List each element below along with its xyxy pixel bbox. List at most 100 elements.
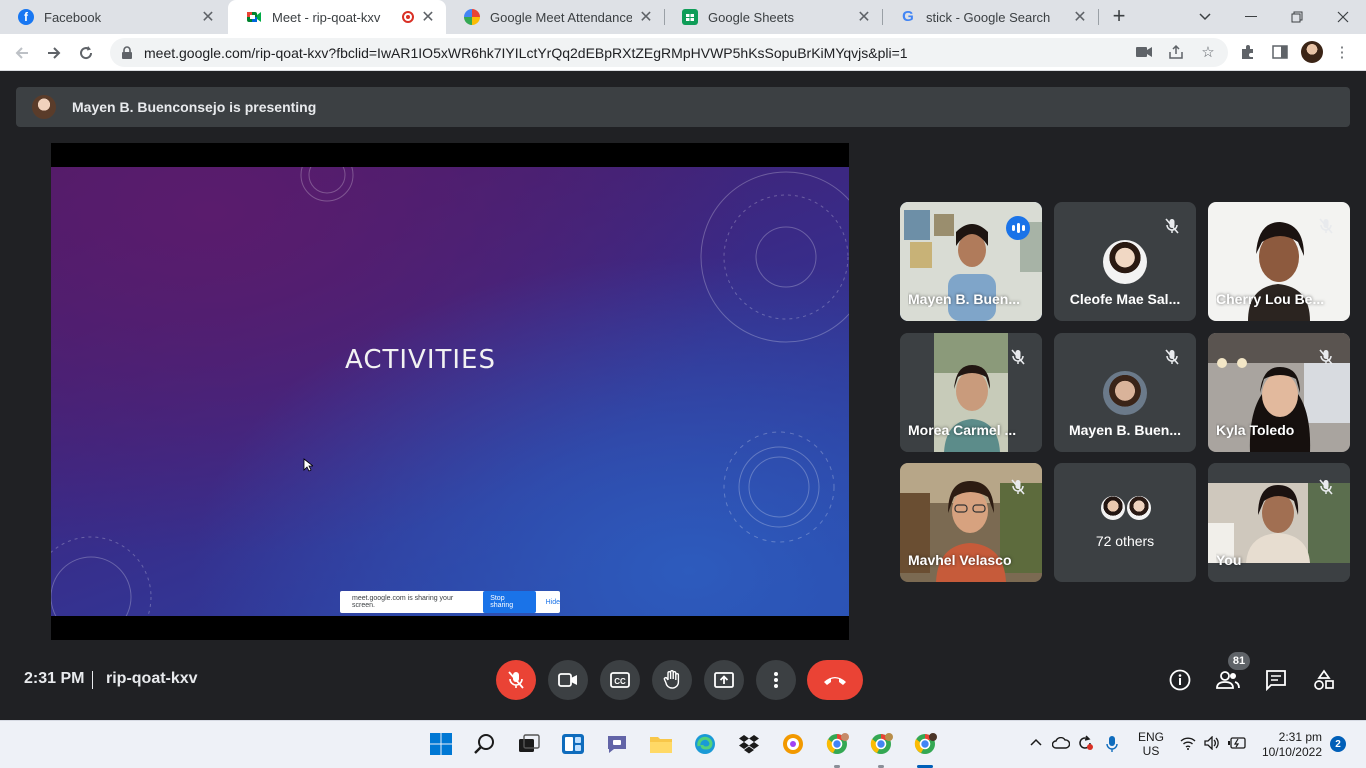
windows-start-icon[interactable] xyxy=(428,731,454,757)
close-tab-icon[interactable]: ✕ xyxy=(1072,7,1088,27)
menu-kebab-icon[interactable]: ⋮ xyxy=(1331,41,1353,63)
notification-badge[interactable]: 2 xyxy=(1330,736,1346,752)
show-everyone-button[interactable] xyxy=(1214,666,1242,694)
forward-button[interactable] xyxy=(42,41,66,65)
participant-avatar xyxy=(1099,494,1127,522)
tab-google-sheets[interactable]: Google Sheets ✕ xyxy=(664,0,882,34)
tab-facebook[interactable]: f Facebook ✕ xyxy=(0,0,226,34)
slide-title: ACTIVITIES xyxy=(345,345,496,375)
onedrive-cloud-icon[interactable] xyxy=(1051,736,1071,752)
show-hidden-icons-button[interactable] xyxy=(1030,735,1042,749)
participant-avatar xyxy=(1103,240,1147,284)
raise-hand-button[interactable] xyxy=(652,660,692,700)
close-tab-icon[interactable]: ✕ xyxy=(856,7,872,27)
participant-tile[interactable]: Mayen B. Buen... xyxy=(900,202,1042,321)
more-options-button[interactable] xyxy=(756,660,796,700)
share-notice-text: meet.google.com is sharing your screen. xyxy=(352,595,454,609)
file-explorer-icon[interactable] xyxy=(648,731,674,757)
tab-attendance[interactable]: Google Meet Attendance - C ✕ xyxy=(446,0,664,34)
language-indicator[interactable]: ENG US xyxy=(1138,730,1164,758)
chrome-profile-icon[interactable] xyxy=(868,731,894,757)
participant-tile[interactable]: Morea Carmel ... xyxy=(900,333,1042,452)
restore-button[interactable] xyxy=(1274,0,1320,34)
chat-button[interactable] xyxy=(1262,666,1290,694)
search-icon[interactable] xyxy=(472,731,498,757)
close-tab-icon[interactable]: ✕ xyxy=(200,7,216,27)
leave-call-button[interactable] xyxy=(807,660,863,700)
mouse-cursor-icon xyxy=(303,458,313,472)
participant-tile[interactable]: Cleofe Mae Sal... xyxy=(1054,202,1196,321)
back-button[interactable] xyxy=(10,41,34,65)
present-screen-icon xyxy=(714,672,734,688)
stop-sharing-button[interactable]: Stop sharing xyxy=(483,591,536,613)
camera-toggle-button[interactable] xyxy=(548,660,588,700)
people-icon xyxy=(1216,671,1240,689)
volume-icon[interactable] xyxy=(1204,735,1220,753)
close-window-button[interactable] xyxy=(1320,0,1366,34)
facebook-icon: f xyxy=(18,9,34,25)
tab-title: Google Meet Attendance - C xyxy=(490,9,632,25)
video-camera-icon xyxy=(558,673,577,687)
new-tab-button[interactable]: + xyxy=(1108,5,1130,28)
sync-icon[interactable] xyxy=(1076,734,1094,755)
lock-icon[interactable] xyxy=(120,45,134,60)
side-panel-icon[interactable] xyxy=(1269,41,1291,63)
tab-search-button[interactable] xyxy=(1182,0,1228,34)
hang-up-icon xyxy=(824,677,846,685)
meeting-details-button[interactable] xyxy=(1166,666,1194,694)
tab-title: Meet - rip-qoat-kxv xyxy=(272,9,381,25)
mic-off-icon xyxy=(1008,477,1028,497)
reload-button[interactable] xyxy=(74,41,98,65)
more-vert-icon xyxy=(774,672,778,688)
close-tab-icon[interactable]: ✕ xyxy=(420,7,436,27)
minimize-button[interactable] xyxy=(1228,0,1274,34)
close-tab-icon[interactable]: ✕ xyxy=(638,7,654,27)
mic-off-icon xyxy=(1162,216,1182,236)
svg-text:CC: CC xyxy=(614,677,626,686)
activities-button[interactable] xyxy=(1310,666,1338,694)
microphone-in-use-icon[interactable] xyxy=(1106,735,1118,756)
system-clock[interactable]: 2:31 pm 10/10/2022 xyxy=(1258,730,1322,760)
share-icon[interactable] xyxy=(1165,41,1187,63)
microphone-toggle-button[interactable] xyxy=(496,660,536,700)
tab-separator xyxy=(1098,9,1099,25)
chrome-profile-icon[interactable] xyxy=(912,731,938,757)
google-sheets-icon xyxy=(682,9,698,25)
others-tile[interactable]: 72 others xyxy=(1054,463,1196,582)
presentation-slide: ACTIVITIES meet.google.com is sharing yo… xyxy=(51,167,849,616)
tab-meet[interactable]: Meet - rip-qoat-kxv ✕ xyxy=(228,0,446,34)
widgets-icon[interactable] xyxy=(560,731,586,757)
participant-tile[interactable]: Mayen B. Buen... xyxy=(1054,333,1196,452)
participant-tile[interactable]: Mavhel Velasco xyxy=(900,463,1042,582)
mic-off-icon xyxy=(1162,347,1182,367)
language-code: ENG xyxy=(1138,730,1165,744)
self-tile[interactable]: You xyxy=(1208,463,1350,582)
dropbox-icon[interactable] xyxy=(736,731,762,757)
mic-off-icon xyxy=(1316,477,1336,497)
task-view-icon[interactable] xyxy=(516,731,542,757)
wifi-icon[interactable] xyxy=(1180,736,1196,753)
extensions-icon[interactable] xyxy=(1237,41,1259,63)
hide-notice-link[interactable]: Hide xyxy=(546,599,560,606)
chrome-profile-icon[interactable] xyxy=(824,731,850,757)
tab-google-search[interactable]: G stick - Google Search ✕ xyxy=(882,0,1098,34)
profile-avatar[interactable] xyxy=(1301,41,1323,63)
app-circle-icon[interactable] xyxy=(780,731,806,757)
battery-icon[interactable] xyxy=(1228,737,1246,752)
address-bar[interactable]: meet.google.com/rip-qoat-kxv?fbclid=IwAR… xyxy=(110,38,1228,67)
bookmark-star-icon[interactable]: ☆ xyxy=(1197,41,1219,63)
people-count-badge: 81 xyxy=(1228,652,1250,670)
teams-chat-icon[interactable] xyxy=(604,731,630,757)
captions-button[interactable]: CC xyxy=(600,660,640,700)
meeting-clock: 2:31 PM xyxy=(24,670,85,687)
region-code: US xyxy=(1142,744,1160,758)
present-now-button[interactable] xyxy=(704,660,744,700)
edge-browser-icon[interactable] xyxy=(692,731,718,757)
slide-decoration xyxy=(51,167,849,616)
browser-toolbar: meet.google.com/rip-qoat-kxv?fbclid=IwAR… xyxy=(0,34,1366,71)
closed-captions-icon: CC xyxy=(610,672,630,688)
participant-tile[interactable]: Kyla Toledo xyxy=(1208,333,1350,452)
participant-tile[interactable]: Cherry Lou Be... xyxy=(1208,202,1350,321)
camera-in-use-icon[interactable] xyxy=(1133,41,1155,63)
shared-screen[interactable]: ACTIVITIES meet.google.com is sharing yo… xyxy=(51,143,849,640)
